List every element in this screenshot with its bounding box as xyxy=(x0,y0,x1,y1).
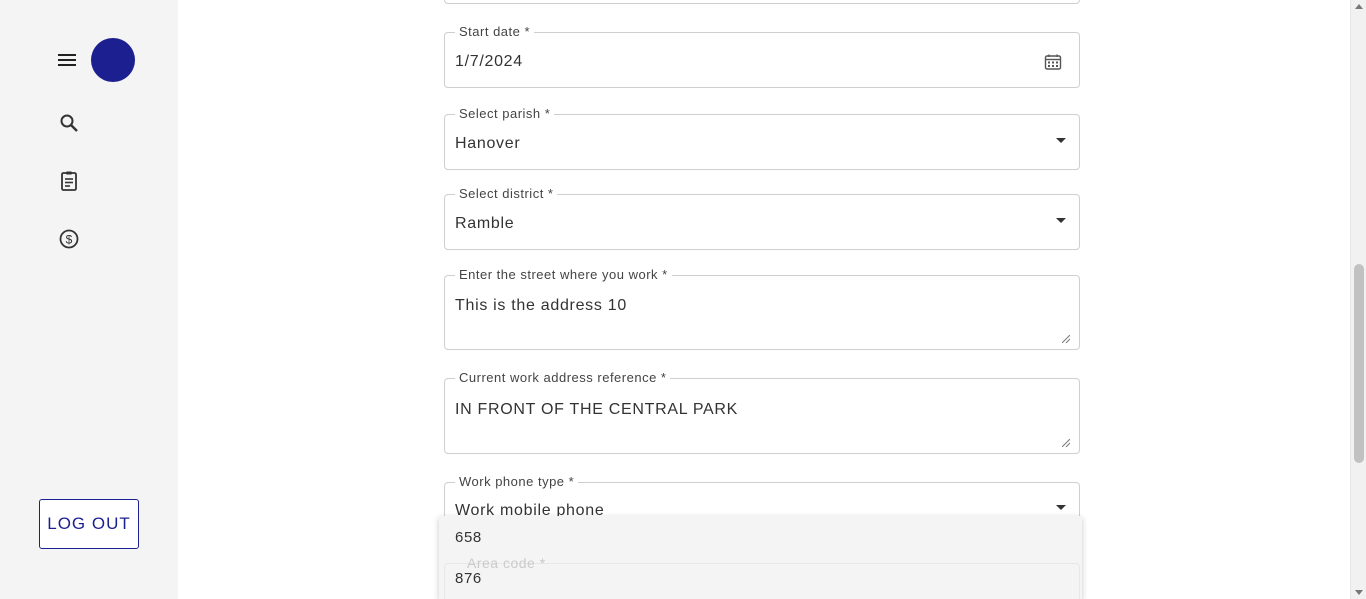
street-textarea[interactable]: Enter the street where you work * This i… xyxy=(444,267,1080,350)
svg-text:$: $ xyxy=(66,233,73,247)
menu-icon[interactable] xyxy=(55,48,79,72)
sidebar: $ LOG OUT xyxy=(0,0,178,599)
parish-label: Select parish * xyxy=(455,106,555,121)
previous-field[interactable] xyxy=(444,0,1080,4)
logout-button[interactable]: LOG OUT xyxy=(39,499,139,549)
reference-label: Current work address reference * xyxy=(455,370,671,385)
resize-handle-icon[interactable] xyxy=(1061,434,1071,448)
reference-textarea[interactable]: Current work address reference * IN FRON… xyxy=(444,370,1080,454)
scroll-up-icon[interactable] xyxy=(1355,4,1363,9)
avatar[interactable] xyxy=(91,38,135,82)
dollar-icon[interactable]: $ xyxy=(57,227,81,251)
chevron-down-icon[interactable] xyxy=(1056,138,1066,143)
calendar-icon[interactable] xyxy=(1044,53,1062,71)
start-date-value[interactable]: 1/7/2024 xyxy=(455,53,523,71)
parish-value: Hanover xyxy=(455,135,521,152)
street-value[interactable]: This is the address 10 xyxy=(455,297,627,315)
street-label: Enter the street where you work * xyxy=(455,267,672,282)
reference-value[interactable]: IN FRONT OF THE CENTRAL PARK xyxy=(455,401,738,419)
scrollbar[interactable] xyxy=(1350,0,1366,599)
phone-type-label: Work phone type * xyxy=(455,474,579,489)
search-icon[interactable] xyxy=(57,111,81,135)
clipboard-icon[interactable] xyxy=(57,169,81,193)
chevron-down-icon[interactable] xyxy=(1056,218,1066,223)
district-label: Select district * xyxy=(455,186,558,201)
district-value: Ramble xyxy=(455,215,515,232)
start-date-label: Start date * xyxy=(455,24,535,39)
district-select[interactable]: Select district * Ramble xyxy=(444,186,1080,250)
scrollbar-thumb[interactable] xyxy=(1354,264,1364,463)
parish-select[interactable]: Select parish * Hanover xyxy=(444,106,1080,170)
dropdown-option[interactable]: 658 xyxy=(455,529,482,546)
start-date-field[interactable]: Start date * 1/7/2024 xyxy=(444,24,1080,88)
area-code-label: Area code * xyxy=(467,555,546,571)
chevron-down-icon[interactable] xyxy=(1056,505,1066,510)
area-code-select[interactable]: Area code * xyxy=(444,555,1080,599)
resize-handle-icon[interactable] xyxy=(1061,330,1071,344)
scroll-down-icon[interactable] xyxy=(1355,590,1363,595)
